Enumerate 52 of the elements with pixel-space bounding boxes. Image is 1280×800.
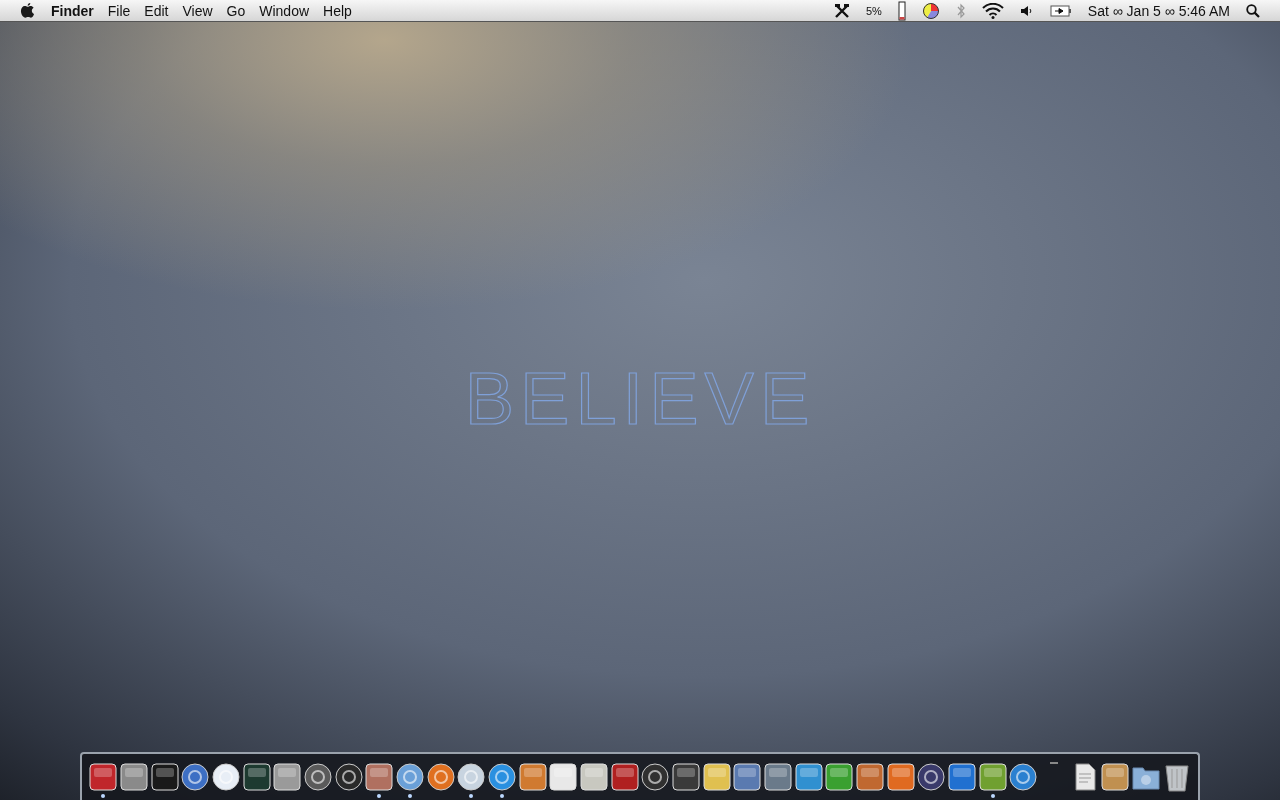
app-tile-icon[interactable] <box>702 762 731 792</box>
round-app-icon[interactable] <box>917 762 946 792</box>
tools-icon[interactable] <box>833 2 850 19</box>
app-tile-icon[interactable] <box>978 762 1007 792</box>
search-icon[interactable] <box>1246 3 1260 18</box>
app-tile-icon[interactable] <box>733 762 762 792</box>
app-tile-icon[interactable] <box>948 762 977 792</box>
volume-icon[interactable] <box>1019 3 1034 18</box>
app-menu[interactable]: Finder <box>51 2 94 19</box>
app-tile-icon[interactable] <box>549 762 578 792</box>
cpu-reading[interactable]: 5% <box>865 4 882 17</box>
pie-icon[interactable] <box>921 1 940 20</box>
trash-icon[interactable] <box>1162 762 1191 792</box>
app-tile-icon[interactable] <box>610 762 639 792</box>
app-tile-icon[interactable] <box>89 762 118 792</box>
app-tile-icon[interactable] <box>794 762 823 792</box>
menu-item[interactable]: View <box>182 2 213 19</box>
app-tile-icon[interactable] <box>825 762 854 792</box>
plug-battery-icon[interactable] <box>1049 4 1072 17</box>
app-tile-icon[interactable] <box>150 762 179 792</box>
round-app-icon[interactable] <box>395 762 424 792</box>
app-tile-icon[interactable] <box>365 762 394 792</box>
round-app-icon[interactable] <box>641 762 670 792</box>
app-tile-icon[interactable] <box>672 762 700 792</box>
app-tile-icon[interactable] <box>764 762 792 792</box>
menu-item[interactable]: File <box>107 2 131 19</box>
round-app-icon[interactable] <box>457 762 486 792</box>
app-tile-icon[interactable] <box>856 762 885 792</box>
wifi-icon[interactable] <box>981 2 1004 19</box>
app-tile-icon[interactable] <box>273 762 302 792</box>
round-app-icon[interactable] <box>303 762 332 792</box>
menu-item[interactable]: Go <box>226 2 246 19</box>
menu-item[interactable]: Edit <box>144 2 169 19</box>
menu-item[interactable]: Help <box>323 2 352 19</box>
app-tile-icon[interactable] <box>119 762 148 792</box>
round-app-icon[interactable] <box>334 762 363 792</box>
app-tile-icon[interactable] <box>242 762 271 792</box>
apple-logo-icon[interactable] <box>20 2 35 19</box>
menu-bar-clock[interactable]: Sat ∞ Jan 5 ∞ 5:46 AM <box>1087 2 1230 19</box>
round-app-icon[interactable] <box>181 762 210 792</box>
round-app-icon[interactable] <box>211 762 240 792</box>
app-tile-icon[interactable] <box>886 762 915 792</box>
bluetooth-icon[interactable] <box>955 2 966 19</box>
app-tile-icon[interactable] <box>580 762 608 792</box>
battery-level-icon <box>897 0 906 21</box>
wallpaper-text: BELIEVE <box>464 362 816 436</box>
menu-item[interactable]: Window <box>259 2 310 19</box>
round-app-icon[interactable] <box>1009 762 1038 792</box>
round-app-icon[interactable] <box>487 762 516 792</box>
app-tile-icon[interactable] <box>518 762 547 792</box>
round-app-icon[interactable] <box>426 762 455 792</box>
app-tile-icon[interactable] <box>1101 762 1130 792</box>
